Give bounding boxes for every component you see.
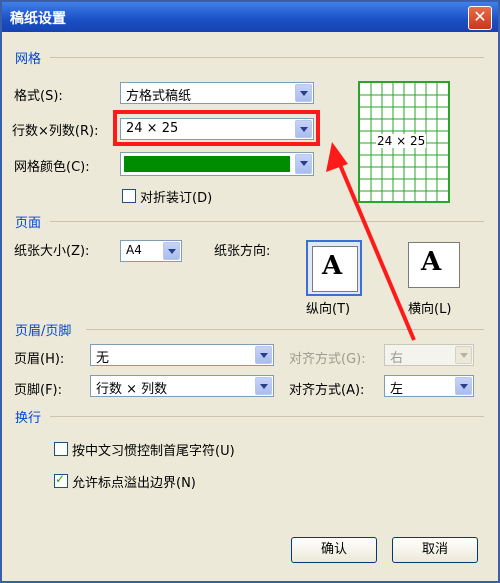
paper-settings-dialog: 稿纸设置 ✕ 网格 格式(S): 方格式稿纸 行数×列数(R): 24 × 25… — [0, 0, 500, 583]
annotation-arrow — [326, 142, 416, 341]
